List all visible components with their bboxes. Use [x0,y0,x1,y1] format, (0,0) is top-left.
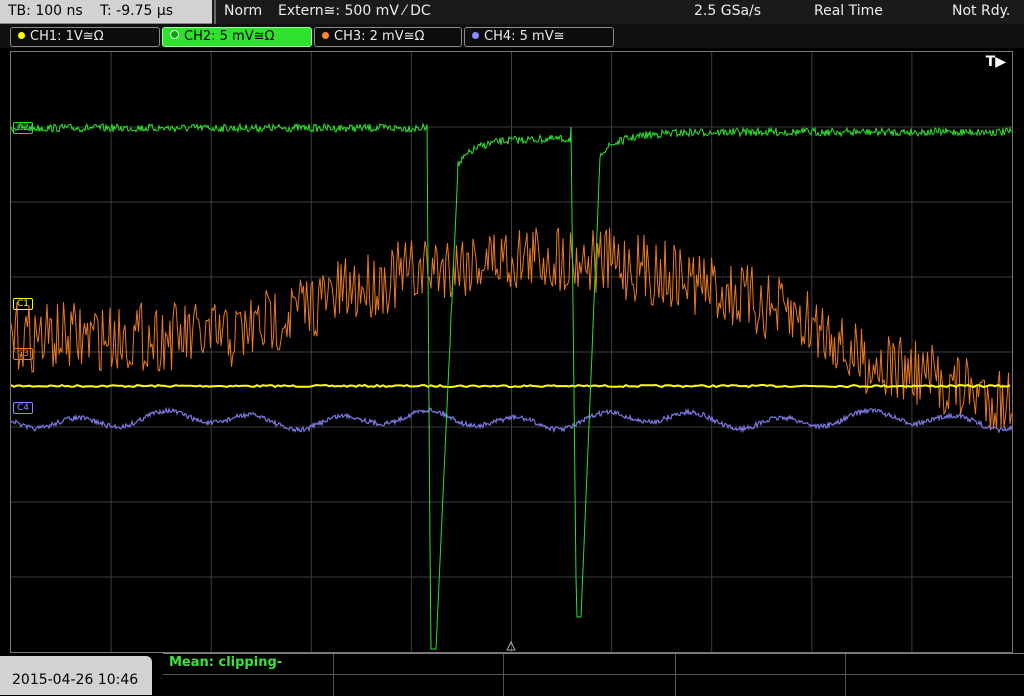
ch4-dot-icon [472,32,479,39]
divider [333,654,334,696]
sample-rate: 2.5 GSa/s [694,3,762,19]
tab-ch3[interactable]: CH3: 2 mV≅Ω [314,27,462,47]
ch3-marker[interactable]: C3 [13,348,34,360]
ch1-marker[interactable]: C1 [13,298,34,310]
tab-ch1[interactable]: CH1: 1V≅Ω [10,27,160,47]
ch3-label: CH3: 2 mV≅Ω [334,29,425,44]
divider [503,654,504,696]
measurement-text: Mean: clipping- [169,655,283,670]
ch1-label: CH1: 1V≅Ω [30,29,104,44]
tab-ch4[interactable]: CH4: 5 mV≅ [464,27,614,47]
date-box: 2015-04-26 10:46 [0,656,152,695]
status-bar: TB: 100 ns T: -9.75 µs Norm Extern≅: 500… [0,0,1024,24]
ch4-label: CH4: 5 mV≅ [484,29,565,44]
trigger-indicator-icon: T▶ [985,54,1006,70]
divider [675,654,676,696]
trigger-source[interactable]: Extern≅: 500 mV ⁄ DC [278,3,431,19]
ch1-trace [11,383,1011,389]
ch2-label: CH2: 5 mV≅Ω [184,29,275,44]
ch2-dot-icon [170,30,179,39]
date-time: 2015-04-26 10:46 [12,672,139,688]
divider [845,654,846,696]
separator [214,0,216,24]
tab-ch2[interactable]: CH2: 5 mV≅Ω [162,27,312,47]
ch4-marker[interactable]: C4 [13,402,34,414]
trigger-time-value: T: -9.75 µs [100,3,174,19]
trigger-status: Not Rdy. [952,3,1011,19]
measurement-panel[interactable]: Mean: clipping- [163,653,1024,696]
ch3-dot-icon [322,32,329,39]
timebase-value: TB: 100 ns [8,3,83,19]
measurement-row [163,654,1024,675]
waveform-display[interactable]: T▶ C1 C2 C3 C4 [10,51,1013,653]
waveform-plot [11,52,1012,652]
trigger-mode[interactable]: Norm [224,3,262,19]
ch1-dot-icon [18,32,25,39]
ch2-marker[interactable]: C2 [13,122,34,134]
timebase-box[interactable]: TB: 100 ns T: -9.75 µs [0,0,212,24]
channel-bar: CH1: 1V≅Ω CH2: 5 mV≅Ω CH3: 2 mV≅Ω CH4: 5… [0,24,1024,48]
acquisition-mode: Real Time [814,3,883,19]
